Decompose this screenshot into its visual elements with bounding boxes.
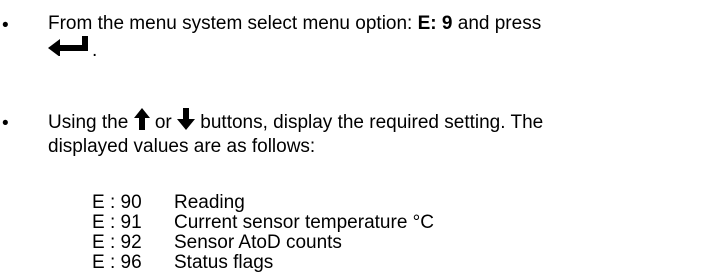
up-arrow-icon	[133, 108, 150, 135]
step-2-text-using: Using the	[48, 112, 134, 133]
value-description: Status flags	[174, 252, 274, 273]
bullet-step-1: •	[2, 15, 9, 36]
step-2-paragraph: Using the or buttons, display the requir…	[48, 108, 708, 159]
step-1-text-before: From the menu system select menu option:	[48, 13, 418, 34]
value-code: E : 90	[92, 192, 142, 213]
value-code: E : 91	[92, 212, 142, 233]
step-2-text-rest: buttons, display the required setting. T…	[195, 112, 544, 133]
step-2-line-2: displayed values are as follows:	[48, 136, 316, 157]
value-description: Current sensor temperature °C	[174, 212, 434, 233]
list-item: E : 92 Sensor AtoD counts	[92, 233, 434, 253]
menu-option-code: E: 9	[417, 13, 453, 34]
step-2-text-or: or	[149, 112, 177, 133]
step-1-text-after: and press	[452, 13, 542, 34]
enter-arrow-icon	[48, 36, 92, 63]
bullet-step-2: •	[2, 113, 9, 134]
value-code: E : 96	[92, 252, 142, 273]
down-arrow-icon	[177, 108, 195, 135]
list-item: E : 90 Reading	[92, 193, 434, 213]
list-item: E : 96 Status flags	[92, 253, 434, 273]
value-description: Reading	[174, 192, 245, 213]
value-code: E : 92	[92, 232, 142, 253]
value-description: Sensor AtoD counts	[174, 232, 342, 253]
step-1-end-punct: .	[92, 40, 98, 61]
step-1-paragraph: From the menu system select menu option:…	[48, 12, 708, 63]
values-list: E : 90 Reading E : 91 Current sensor tempe…	[92, 193, 434, 273]
list-item: E : 91 Current sensor temperature °C	[92, 213, 434, 233]
